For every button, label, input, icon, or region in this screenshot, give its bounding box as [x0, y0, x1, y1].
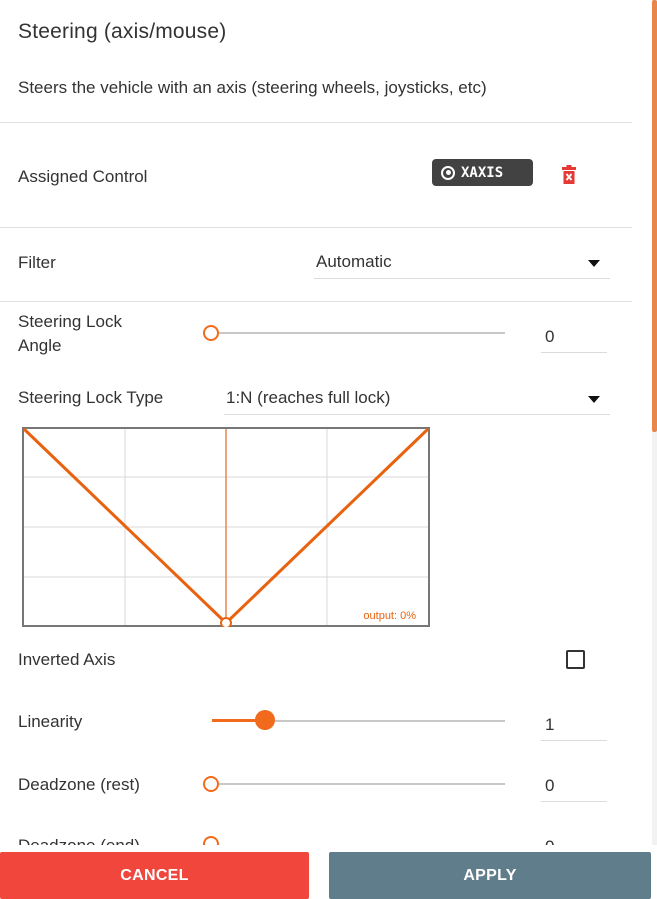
radio-button-icon: [441, 165, 455, 180]
deadzone-rest-slider-thumb[interactable]: [203, 776, 219, 792]
linearity-value: 1: [545, 715, 555, 734]
linearity-label: Linearity: [18, 712, 83, 731]
steering-lock-angle-value: 0: [545, 327, 555, 346]
deadzone-end-slider-thumb[interactable]: [203, 836, 219, 845]
steering-lock-type-label: Steering Lock Type: [18, 388, 164, 407]
deadzone-rest-value: 0: [545, 776, 555, 795]
steering-lock-angle-label-line1: Steering Lock: [18, 312, 122, 331]
steering-lock-angle-label: Steering Lock Angle: [18, 310, 122, 358]
deadzone-end-input[interactable]: 0: [541, 832, 607, 845]
steering-lock-angle-label-line2: Angle: [18, 336, 62, 355]
steering-response-graph: output: 0%: [22, 427, 430, 627]
caret-down-icon: [588, 396, 600, 403]
graph-current-point: [220, 617, 232, 627]
steering-lock-type-select[interactable]: 1:N (reaches full lock): [224, 386, 610, 415]
divider: [0, 122, 632, 123]
linearity-input[interactable]: 1: [541, 710, 607, 741]
steering-lock-angle-slider-thumb[interactable]: [203, 325, 219, 341]
filter-label: Filter: [18, 253, 56, 272]
trash-icon[interactable]: [562, 163, 576, 185]
apply-button[interactable]: APPLY: [329, 852, 651, 899]
deadzone-rest-label: Deadzone (rest): [18, 775, 140, 794]
cancel-button[interactable]: CANCEL: [0, 852, 309, 899]
deadzone-end-row: Deadzone (end) 0: [0, 820, 640, 845]
steering-lock-angle-input[interactable]: 0: [541, 322, 607, 353]
graph-output-label: output: 0%: [363, 610, 416, 622]
inverted-axis-checkbox[interactable]: [566, 650, 585, 669]
divider: [0, 227, 632, 228]
filter-value: Automatic: [316, 252, 392, 271]
dialog-description: Steers the vehicle with an axis (steerin…: [18, 78, 487, 97]
divider: [0, 301, 632, 302]
inverted-axis-label: Inverted Axis: [18, 650, 116, 669]
steering-lock-type-value: 1:N (reaches full lock): [226, 388, 391, 407]
assigned-control-label: Assigned Control: [18, 167, 148, 186]
scrollbar-thumb[interactable]: [652, 0, 657, 432]
assigned-control-chip[interactable]: XAXIS: [432, 159, 533, 186]
dialog-title: Steering (axis/mouse): [18, 20, 227, 43]
deadzone-rest-input[interactable]: 0: [541, 771, 607, 802]
filter-select[interactable]: Automatic: [314, 250, 610, 279]
deadzone-rest-slider[interactable]: [212, 783, 505, 785]
steering-lock-angle-slider[interactable]: [212, 332, 505, 334]
assigned-control-value: XAXIS: [461, 164, 504, 181]
linearity-slider-thumb[interactable]: [255, 710, 275, 730]
deadzone-end-label: Deadzone (end): [18, 834, 140, 845]
deadzone-end-value: 0: [545, 837, 554, 845]
caret-down-icon: [588, 260, 600, 267]
